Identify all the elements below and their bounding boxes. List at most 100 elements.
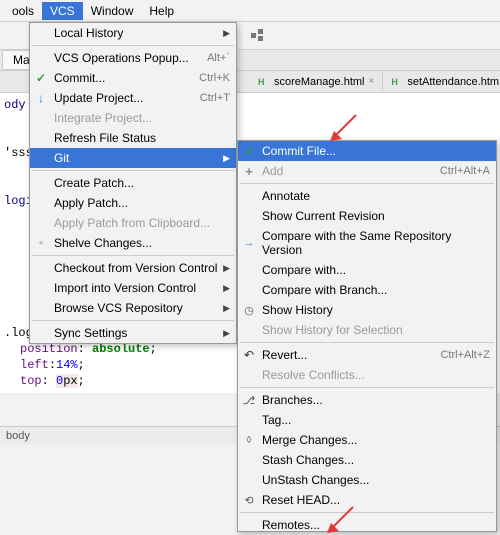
git-menu-item-resolve-conflicts: Resolve Conflicts... bbox=[238, 365, 496, 385]
menu-item-label: Compare with Branch... bbox=[262, 283, 387, 297]
menu-item-label: Browse VCS Repository bbox=[54, 301, 183, 315]
vcs-menu-separator bbox=[32, 255, 234, 256]
menu-window[interactable]: Window bbox=[83, 2, 142, 20]
vcs-menu-item-sync-settings[interactable]: Sync Settings▶ bbox=[30, 323, 236, 343]
git-menu-item-stash-changes[interactable]: Stash Changes... bbox=[238, 450, 496, 470]
arrow-blue-icon bbox=[34, 91, 48, 105]
merge-icon bbox=[242, 433, 256, 447]
check-green-icon bbox=[34, 71, 48, 85]
git-menu-item-annotate[interactable]: Annotate bbox=[238, 186, 496, 206]
menu-item-label: Compare with the Same Repository Version bbox=[262, 229, 490, 257]
git-menu-item-show-history[interactable]: Show History bbox=[238, 300, 496, 320]
menu-item-label: Show History bbox=[262, 303, 333, 317]
vcs-menu-item-apply-patch-from-clipboard: Apply Patch from Clipboard... bbox=[30, 213, 236, 233]
vcs-menu-item-shelve-changes[interactable]: Shelve Changes... bbox=[30, 233, 236, 253]
vcs-menu-item-git[interactable]: Git▶ bbox=[30, 148, 236, 168]
box-icon bbox=[34, 236, 48, 250]
vcs-menu-item-browse-vcs-repository[interactable]: Browse VCS Repository ▶ bbox=[30, 298, 236, 318]
submenu-arrow-icon: ▶ bbox=[223, 263, 230, 274]
menu-item-label: Refresh File Status bbox=[54, 131, 156, 145]
vcs-menu-item-commit[interactable]: Commit... Ctrl+K bbox=[30, 68, 236, 88]
close-icon[interactable]: × bbox=[369, 76, 375, 87]
git-submenu: Commit File... AddCtrl+Alt+A Annotate Show … bbox=[237, 140, 497, 532]
html-file-icon bbox=[391, 76, 403, 88]
menu-item-label: Show Current Revision bbox=[262, 209, 385, 223]
plus-gray-icon bbox=[242, 164, 256, 178]
editor-tab-scoremanage[interactable]: scoreManage.html × bbox=[250, 73, 383, 91]
menu-shortcut: Ctrl+Alt+A bbox=[430, 165, 490, 177]
vcs-menu-separator bbox=[32, 170, 234, 171]
menu-shortcut: Ctrl+T bbox=[190, 92, 230, 104]
menu-item-label: Branches... bbox=[262, 393, 323, 407]
git-menu-item-tag[interactable]: Tag... bbox=[238, 410, 496, 430]
menu-item-label: Revert... bbox=[262, 348, 307, 362]
menu-shortcut: Ctrl+K bbox=[189, 72, 230, 84]
menu-item-label: Local History bbox=[54, 26, 123, 40]
git-menu-item-show-history-for-selection: Show History for Selection bbox=[238, 320, 496, 340]
menu-item-label: Compare with... bbox=[262, 263, 346, 277]
git-menu-item-add: AddCtrl+Alt+A bbox=[238, 161, 496, 181]
menu-vcs[interactable]: VCS bbox=[42, 2, 83, 20]
revert-icon bbox=[242, 348, 256, 362]
editor-tab-setattendance[interactable]: setAttendance.htm bbox=[383, 73, 500, 91]
tab-label: setAttendance.htm bbox=[407, 76, 499, 88]
vcs-menu-item-integrate-project: Integrate Project... bbox=[30, 108, 236, 128]
menu-item-label: Apply Patch... bbox=[54, 196, 128, 210]
breadcrumb-item[interactable]: body bbox=[6, 430, 30, 442]
menu-item-label: Merge Changes... bbox=[262, 433, 357, 447]
git-menu-item-merge-changes[interactable]: Merge Changes... bbox=[238, 430, 496, 450]
menu-item-label: Update Project... bbox=[54, 91, 143, 105]
menu-item-label: Import into Version Control bbox=[54, 281, 196, 295]
vcs-menu-item-checkout-from-version-control[interactable]: Checkout from Version Control ▶ bbox=[30, 258, 236, 278]
vcs-menu-item-refresh-file-status[interactable]: Refresh File Status bbox=[30, 128, 236, 148]
git-menu-separator bbox=[240, 512, 494, 513]
menu-tools[interactable]: ools bbox=[4, 2, 42, 20]
menu-help[interactable]: Help bbox=[141, 2, 182, 20]
vcs-menu-item-import-into-version-control[interactable]: Import into Version Control ▶ bbox=[30, 278, 236, 298]
git-menu-item-reset-head[interactable]: Reset HEAD... bbox=[238, 490, 496, 510]
menu-item-label: Tag... bbox=[262, 413, 291, 427]
menu-item-label: UnStash Changes... bbox=[262, 473, 369, 487]
menu-item-label: Show History for Selection bbox=[262, 323, 403, 337]
vcs-toolbar-icon[interactable] bbox=[250, 28, 264, 42]
menubar: ools VCS Window Help bbox=[0, 0, 500, 22]
menu-item-label: Create Patch... bbox=[54, 176, 134, 190]
git-menu-item-revert[interactable]: Revert... Ctrl+Alt+Z bbox=[238, 345, 496, 365]
vcs-menu-item-local-history[interactable]: Local History ▶ bbox=[30, 23, 236, 43]
clock-icon bbox=[242, 303, 256, 317]
menu-item-label: Remotes... bbox=[262, 518, 320, 532]
vcs-menu-separator bbox=[32, 45, 234, 46]
git-menu-separator bbox=[240, 183, 494, 184]
menu-item-label: Stash Changes... bbox=[262, 453, 354, 467]
menu-item-label: VCS Operations Popup... bbox=[54, 51, 189, 65]
menu-item-label: Annotate bbox=[262, 189, 310, 203]
git-menu-item-show-current-revision[interactable]: Show Current Revision bbox=[238, 206, 496, 226]
git-menu-item-compare-with-the-same-repository-version[interactable]: Compare with the Same Repository Version bbox=[238, 226, 496, 260]
submenu-arrow-icon: ▶ bbox=[223, 28, 230, 39]
menu-item-label: Checkout from Version Control bbox=[54, 261, 217, 275]
check-green-icon bbox=[242, 144, 256, 158]
menu-item-label: Apply Patch from Clipboard... bbox=[54, 216, 210, 230]
submenu-arrow-icon: ▶ bbox=[223, 283, 230, 294]
menu-item-label: Commit... bbox=[54, 71, 105, 85]
vcs-menu-item-vcs-operations-popup[interactable]: VCS Operations Popup... Alt+` bbox=[30, 48, 236, 68]
submenu-arrow-icon: ▶ bbox=[223, 303, 230, 314]
menu-item-label: Resolve Conflicts... bbox=[262, 368, 365, 382]
menu-shortcut: Alt+` bbox=[197, 52, 230, 64]
git-menu-item-commit-file[interactable]: Commit File... bbox=[238, 141, 496, 161]
branch-icon bbox=[242, 393, 256, 407]
vcs-menu-item-update-project[interactable]: Update Project... Ctrl+T bbox=[30, 88, 236, 108]
git-menu-separator bbox=[240, 387, 494, 388]
vcs-menu-item-create-patch[interactable]: Create Patch... bbox=[30, 173, 236, 193]
git-menu-item-unstash-changes[interactable]: UnStash Changes... bbox=[238, 470, 496, 490]
submenu-arrow-icon: ▶ bbox=[223, 328, 230, 339]
git-menu-item-remotes[interactable]: Remotes... bbox=[238, 515, 496, 532]
menu-shortcut: Ctrl+Alt+Z bbox=[430, 349, 490, 361]
git-menu-item-branches[interactable]: Branches... bbox=[238, 390, 496, 410]
git-menu-item-compare-with[interactable]: Compare with... bbox=[238, 260, 496, 280]
menu-item-label: Commit File... bbox=[262, 144, 336, 158]
git-menu-item-compare-with-branch[interactable]: Compare with Branch... bbox=[238, 280, 496, 300]
menu-item-label: Git bbox=[54, 151, 69, 165]
vcs-menu-separator bbox=[32, 320, 234, 321]
vcs-menu-item-apply-patch[interactable]: Apply Patch... bbox=[30, 193, 236, 213]
